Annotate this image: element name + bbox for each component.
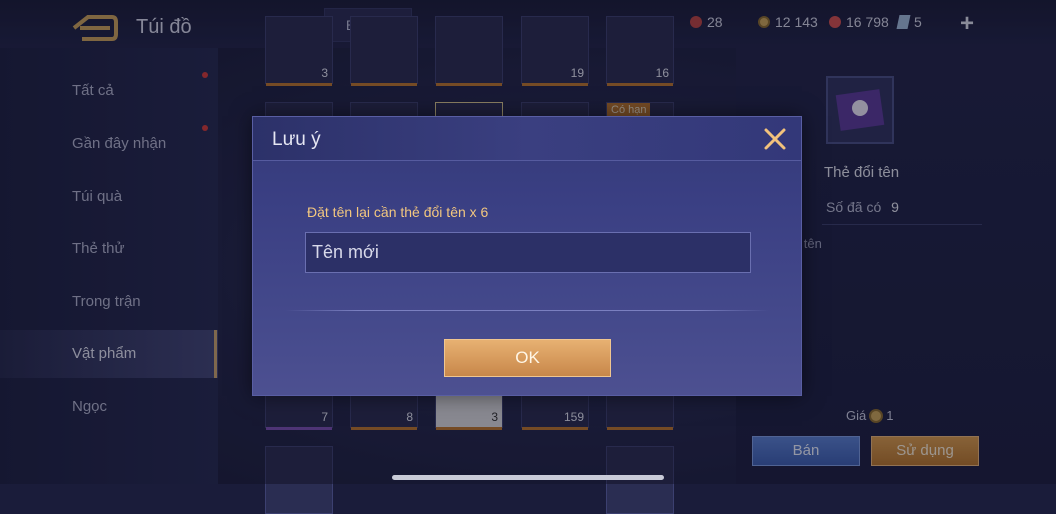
divider	[285, 310, 769, 311]
dialog-header	[253, 117, 801, 161]
close-icon[interactable]	[761, 125, 789, 153]
rename-requirement-text: Đặt tên lại cần thẻ đổi tên x 6	[307, 204, 489, 220]
dialog-title: Lưu ý	[272, 129, 321, 150]
rename-dialog: Lưu ý Đặt tên lại cần thẻ đổi tên x 6 OK	[252, 116, 802, 396]
home-indicator[interactable]	[392, 475, 664, 480]
new-name-input[interactable]	[305, 232, 751, 273]
ok-button[interactable]: OK	[444, 339, 611, 377]
